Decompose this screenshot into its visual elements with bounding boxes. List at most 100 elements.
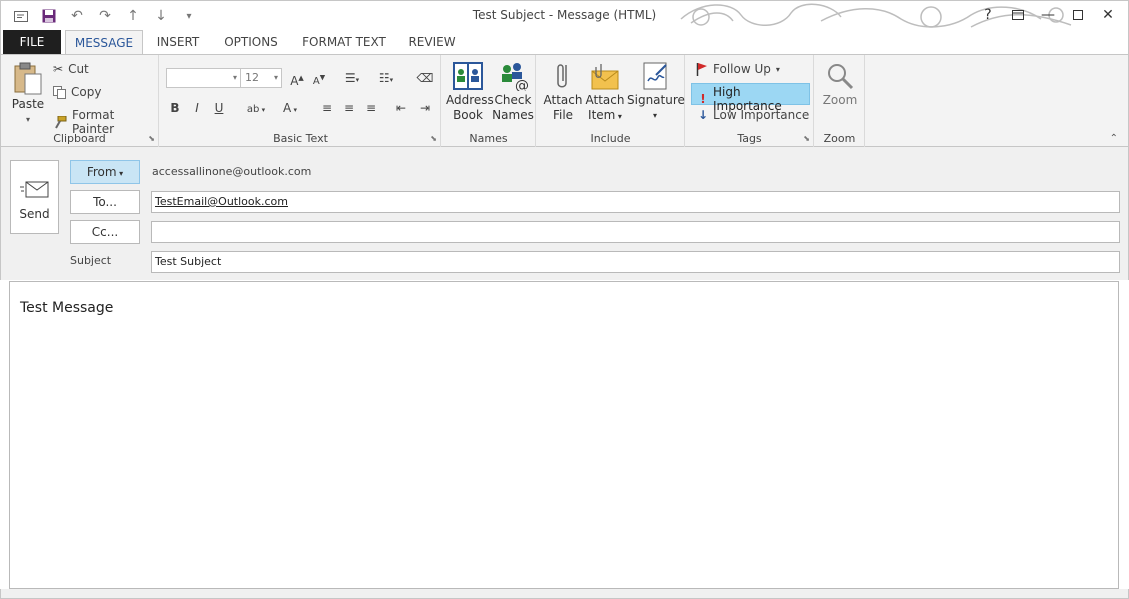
paste-dropdown-icon: ▾ [25,115,30,124]
address-book-icon [453,62,483,90]
chevron-down-icon: ▾ [775,64,780,74]
underline-button[interactable]: U [209,98,229,118]
title-bar: ↶ ↷ ↑ ↓ ▾ Test Subject - Message (HTML) … [0,0,1129,30]
tab-insert[interactable]: INSERT [151,30,205,54]
subject-label: Subject [70,254,112,267]
bold-button[interactable]: B [165,98,185,118]
to-field[interactable]: TestEmail@Outlook.com [151,191,1120,213]
basic-text-group: ▾ 12 ▾ A▲ A▼ ☰▾ ☷▾ ⌫ B I U ab ▾ A ▾ ≡ ≡ ≡… [161,55,441,147]
chevron-down-icon: ▾ [652,111,657,120]
font-name-combo[interactable]: ▾ [166,68,241,88]
collapse-ribbon-icon[interactable]: ⌃ [1110,133,1118,144]
ribbon: Paste ▾ ✂ Cut Copy Format Painter Clipbo… [0,54,1129,147]
from-address: accessallinone@outlook.com [152,165,312,178]
zoom-group: Zoom Zoom [815,55,865,147]
align-left-button[interactable]: ≡ [317,98,337,118]
ribbon-display-icon[interactable] [1004,4,1032,26]
check-names-icon: @ [502,63,529,91]
cut-button[interactable]: ✂ Cut [53,62,89,76]
attach-item-button[interactable]: Attach Item ▾ [585,61,625,124]
include-group: Attach File Attach Item ▾ Signature ▾ In… [537,55,685,147]
signature-button[interactable]: Signature ▾ [627,61,685,123]
grow-font-button[interactable]: A▲ [287,68,307,88]
numbered-list-icon: ☷ [378,71,390,85]
font-color-button[interactable]: A ▾ [275,98,305,118]
increase-indent-button[interactable]: ⇥ [415,98,435,118]
minimize-icon[interactable]: — [1034,4,1062,26]
tab-format-text[interactable]: FORMAT TEXT [297,30,391,54]
cc-field[interactable] [151,221,1120,243]
chevron-down-icon: ▾ [615,112,622,121]
address-book-button[interactable]: Address Book [446,61,494,123]
basic-text-dialog-launcher-icon[interactable]: ⬊ [430,134,437,143]
bottom-border [0,589,1129,599]
decrease-indent-icon: ⇤ [395,101,407,115]
scissors-icon: ✂ [53,62,64,76]
decrease-indent-button[interactable]: ⇤ [391,98,411,118]
clear-formatting-button[interactable]: ⌫ [415,68,435,88]
increase-indent-icon: ⇥ [419,101,431,115]
align-left-icon: ≡ [321,101,333,115]
flag-icon [696,62,708,76]
maximize-icon[interactable] [1064,4,1092,26]
clipboard-group: Paste ▾ ✂ Cut Copy Format Painter Clipbo… [1,55,159,147]
names-group-label: Names [469,132,508,145]
message-header: Send From ▾ accessallinone@outlook.com T… [0,147,1129,280]
low-importance-button[interactable]: ↓ Low Importance [698,108,809,122]
bullet-list-icon: ☰ [344,71,356,85]
include-group-label: Include [590,132,631,145]
copy-button[interactable]: Copy [53,85,101,99]
clipboard-group-label: Clipboard [53,132,106,145]
clipboard-dialog-launcher-icon[interactable]: ⬊ [148,134,155,143]
align-right-icon: ≡ [365,101,377,115]
tab-message[interactable]: MESSAGE [65,30,143,55]
from-button[interactable]: From ▾ [70,160,140,184]
align-center-button[interactable]: ≡ [339,98,359,118]
copy-icon [53,85,66,99]
eraser-icon: ⌫ [416,71,434,85]
tab-options[interactable]: OPTIONS [219,30,283,54]
tags-group-label: Tags [737,132,762,145]
tab-file[interactable]: FILE [3,30,61,54]
paste-button[interactable]: Paste ▾ [9,61,47,127]
send-button[interactable]: Send [10,160,59,234]
to-button[interactable]: To... [70,190,140,214]
font-size-combo[interactable]: 12 ▾ [240,68,282,88]
tags-group: Follow Up ▾ ! High Importance ↓ Low Impo… [686,55,814,147]
shrink-font-button[interactable]: A▼ [309,68,329,88]
paperclip-icon [557,64,567,88]
close-icon[interactable]: ✕ [1094,4,1122,26]
underline-icon: U [214,101,224,115]
to-recipient[interactable]: TestEmail@Outlook.com [155,195,288,208]
check-names-button[interactable]: @ Check Names [492,61,534,123]
svg-text:@: @ [515,78,529,91]
italic-icon: I [195,101,199,115]
chevron-down-icon: ▾ [232,73,237,82]
follow-up-button[interactable]: Follow Up ▾ [696,62,780,76]
highlight-button[interactable]: ab ▾ [239,98,273,118]
highlighter-icon: ab [246,104,260,115]
italic-button[interactable]: I [187,98,207,118]
attach-file-button[interactable]: Attach File [543,61,583,123]
help-icon[interactable]: ? [974,4,1002,26]
cc-button[interactable]: Cc... [70,220,140,244]
magnifier-icon [828,64,854,90]
align-right-button[interactable]: ≡ [361,98,381,118]
tags-dialog-launcher-icon[interactable]: ⬊ [803,134,810,143]
chevron-down-icon: ▾ [116,169,124,178]
window-controls: ? — ✕ [974,4,1122,26]
shrink-font-icon: A▼ [312,74,326,88]
down-arrow-icon: ↓ [697,108,709,122]
basic-text-group-label: Basic Text [273,132,328,145]
bullets-button[interactable]: ☰▾ [337,68,367,88]
ribbon-tabs: FILE MESSAGE INSERT OPTIONS FORMAT TEXT … [0,30,1129,55]
message-text[interactable]: Test Message [20,300,113,316]
chevron-down-icon: ▾ [273,73,278,82]
zoom-group-label: Zoom [823,132,856,145]
numbering-button[interactable]: ☷▾ [371,68,401,88]
subject-field[interactable]: Test Subject [151,251,1120,273]
tab-review[interactable]: REVIEW [403,30,461,54]
zoom-button[interactable]: Zoom [818,61,862,108]
message-body[interactable]: Test Message [9,281,1119,589]
send-envelope-icon [20,181,49,198]
